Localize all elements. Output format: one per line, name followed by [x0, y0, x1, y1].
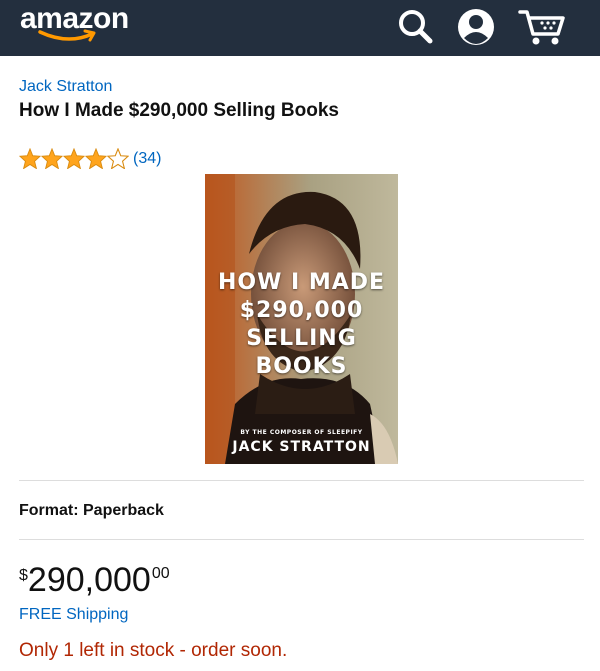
free-shipping-label: FREE Shipping	[19, 606, 129, 623]
search-button[interactable]	[395, 6, 435, 51]
cover-title-line: HOW I MADE	[217, 270, 386, 295]
rating-row[interactable]: (34)	[19, 148, 161, 169]
book-cover-image[interactable]: HOW I MADE $290,000 SELLING BOOKS BY THE…	[205, 174, 398, 464]
cover-title-line: BOOKS	[255, 354, 348, 379]
rating-count[interactable]: (34)	[133, 150, 161, 168]
product-title: How I Made $290,000 Selling Books	[19, 100, 339, 121]
cover-title: HOW I MADE $290,000 SELLING BOOKS	[205, 269, 398, 381]
divider	[19, 480, 584, 481]
author-link[interactable]: Jack Stratton	[19, 78, 112, 96]
stock-status: Only 1 left in stock - order soon.	[19, 640, 288, 661]
divider	[19, 539, 584, 540]
cart-icon	[518, 10, 565, 45]
logo-smile-icon	[38, 29, 96, 42]
star-full-icon	[41, 148, 63, 169]
top-nav-bar: amazon	[0, 0, 600, 56]
account-icon	[458, 9, 494, 45]
cover-title-line: SELLING	[246, 326, 357, 351]
price-whole: 290,000	[27, 561, 151, 599]
cover-title-line: $290,000	[239, 298, 364, 323]
cart-button[interactable]	[518, 6, 566, 53]
price-fraction: 00	[151, 565, 170, 582]
cover-byline: BY THE COMPOSER OF SLEEPIFY	[240, 429, 363, 436]
account-button[interactable]	[455, 6, 497, 53]
star-full-icon	[63, 148, 85, 169]
price: $ 290,000 00	[19, 561, 170, 599]
format-label[interactable]: Format: Paperback	[19, 502, 164, 520]
cover-author: JACK STRATTON	[232, 439, 371, 455]
star-full-icon	[85, 148, 107, 169]
star-full-icon	[19, 148, 41, 169]
star-empty-icon	[107, 148, 129, 169]
price-currency-symbol: $	[19, 567, 28, 584]
search-icon	[399, 10, 433, 44]
star-rating	[19, 148, 129, 169]
